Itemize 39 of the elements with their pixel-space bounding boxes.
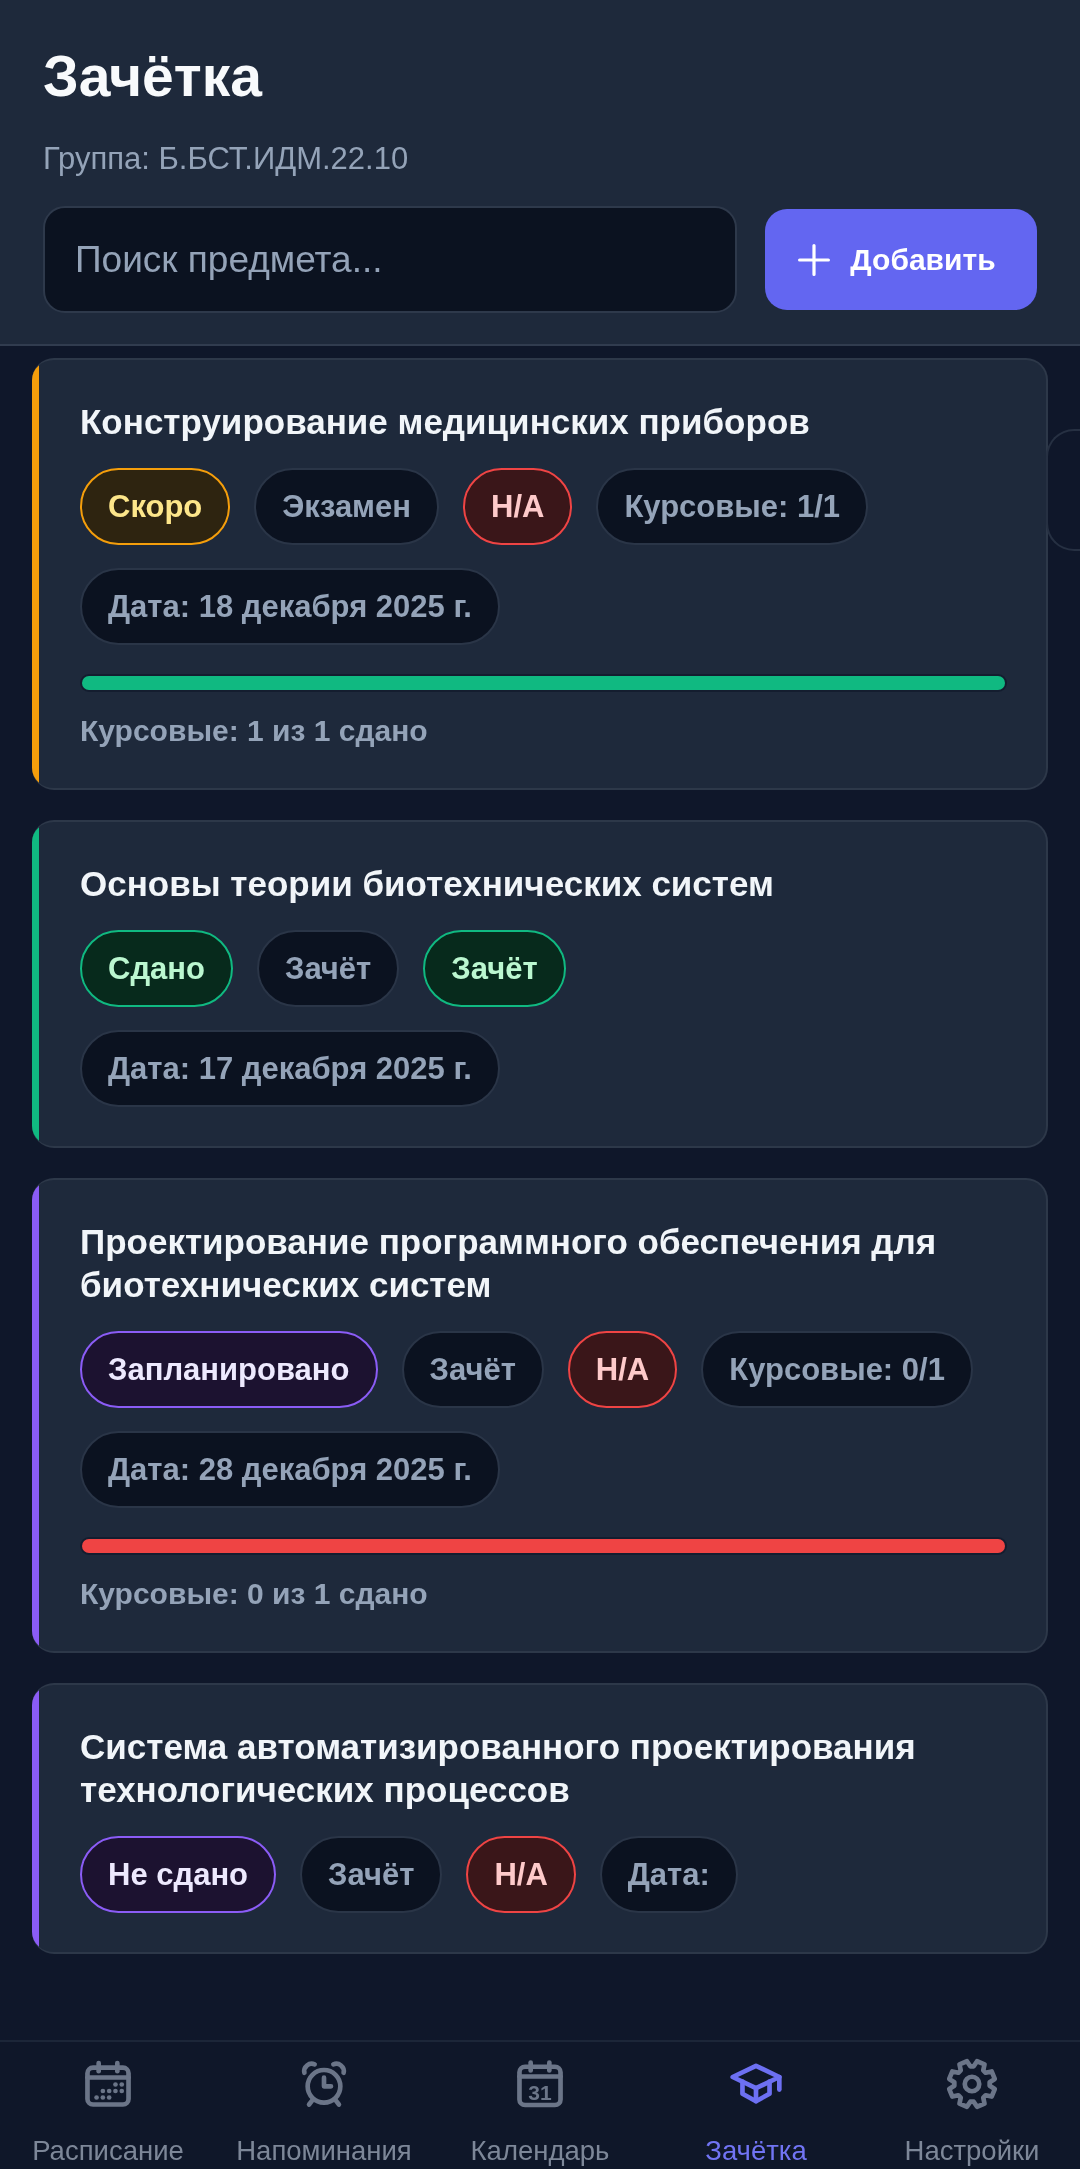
subject-tag: Зачёт — [401, 1331, 544, 1408]
search-field[interactable]: Поиск предмета... — [43, 206, 737, 313]
subject-tag: Курсовые: 0/1 — [701, 1331, 973, 1408]
subject-title: Основы теории биотехнических систем — [80, 863, 775, 905]
nav-tab[interactable]: Настройки — [864, 2042, 1080, 2169]
add-button[interactable]: Добавить — [765, 209, 1037, 310]
subject-tag: Не сдано — [80, 1836, 277, 1913]
subject-tag: Курсовые: 1/1 — [596, 468, 869, 545]
subject-tag: Зачёт — [423, 930, 566, 1007]
nav-tab[interactable]: Зачётка — [648, 2042, 864, 2169]
subject-tag: Экзамен — [254, 468, 440, 545]
subject-tag: Запланировано — [80, 1331, 378, 1408]
subject-card[interactable]: Система автоматизированного проектирования технологических процессов Не сдано Зачёт Н/А Дата: — [32, 1683, 1048, 1954]
subject-tag: Зачёт — [300, 1836, 443, 1913]
subject-title: Конструирование медицинских приборов — [80, 401, 811, 443]
subject-tag: Дата: 18 декабря 2025 г. — [80, 568, 500, 645]
subject-tag: Н/А — [463, 468, 573, 545]
subject-tag: Н/А — [466, 1836, 576, 1913]
group-label: Группа: Б.БСТ.ИДМ.22.10 — [43, 140, 409, 178]
subject-card[interactable]: Конструирование медицинских приборов Скоро Экзамен Н/А Курсовые: 1/1 Дата: 18 декабря 2025 г. Курсовые: 1 из 1 сдано — [32, 358, 1048, 790]
subject-card[interactable]: Проектирование программного обеспечения для биотехнических систем Запланировано Зачёт Н/А Курсовые: 0/1 Дата: 28 декабря 2025 г. Курсовые: 0 из 1 сдано — [32, 1178, 1048, 1653]
coursework-summary: Курсовые: 1 из 1 сдано — [80, 713, 429, 749]
subject-tag: Дата: 17 декабря 2025 г. — [80, 1030, 500, 1107]
nav-tab[interactable]: 31 Календарь — [432, 2042, 648, 2169]
nav-tab[interactable]: Напоминания — [216, 2042, 432, 2169]
subject-tag: Зачёт — [256, 930, 400, 1007]
settings-icon — [944, 2056, 1000, 2112]
subject-tag: Дата: — [599, 1836, 738, 1913]
subject-tag: Скоро — [80, 468, 231, 545]
subject-tag: Сдано — [80, 930, 233, 1007]
nav-tab[interactable]: Расписание — [0, 2042, 216, 2169]
coursework-summary: Курсовые: 0 из 1 сдано — [80, 1576, 429, 1612]
page-title: Зачётка — [43, 43, 262, 109]
plus-icon — [798, 243, 831, 276]
subject-tag: Н/А — [567, 1331, 678, 1408]
subject-tag: Дата: 28 декабря 2025 г. — [80, 1431, 500, 1508]
subject-title: Проектирование программного обеспечения для биотехнических систем — [80, 1221, 938, 1306]
subject-title: Система автоматизированного проектирования технологических процессов — [80, 1726, 917, 1811]
subject-card[interactable]: Основы теории биотехнических систем Сдано Зачёт Зачёт Дата: 17 декабря 2025 г. — [32, 820, 1048, 1148]
